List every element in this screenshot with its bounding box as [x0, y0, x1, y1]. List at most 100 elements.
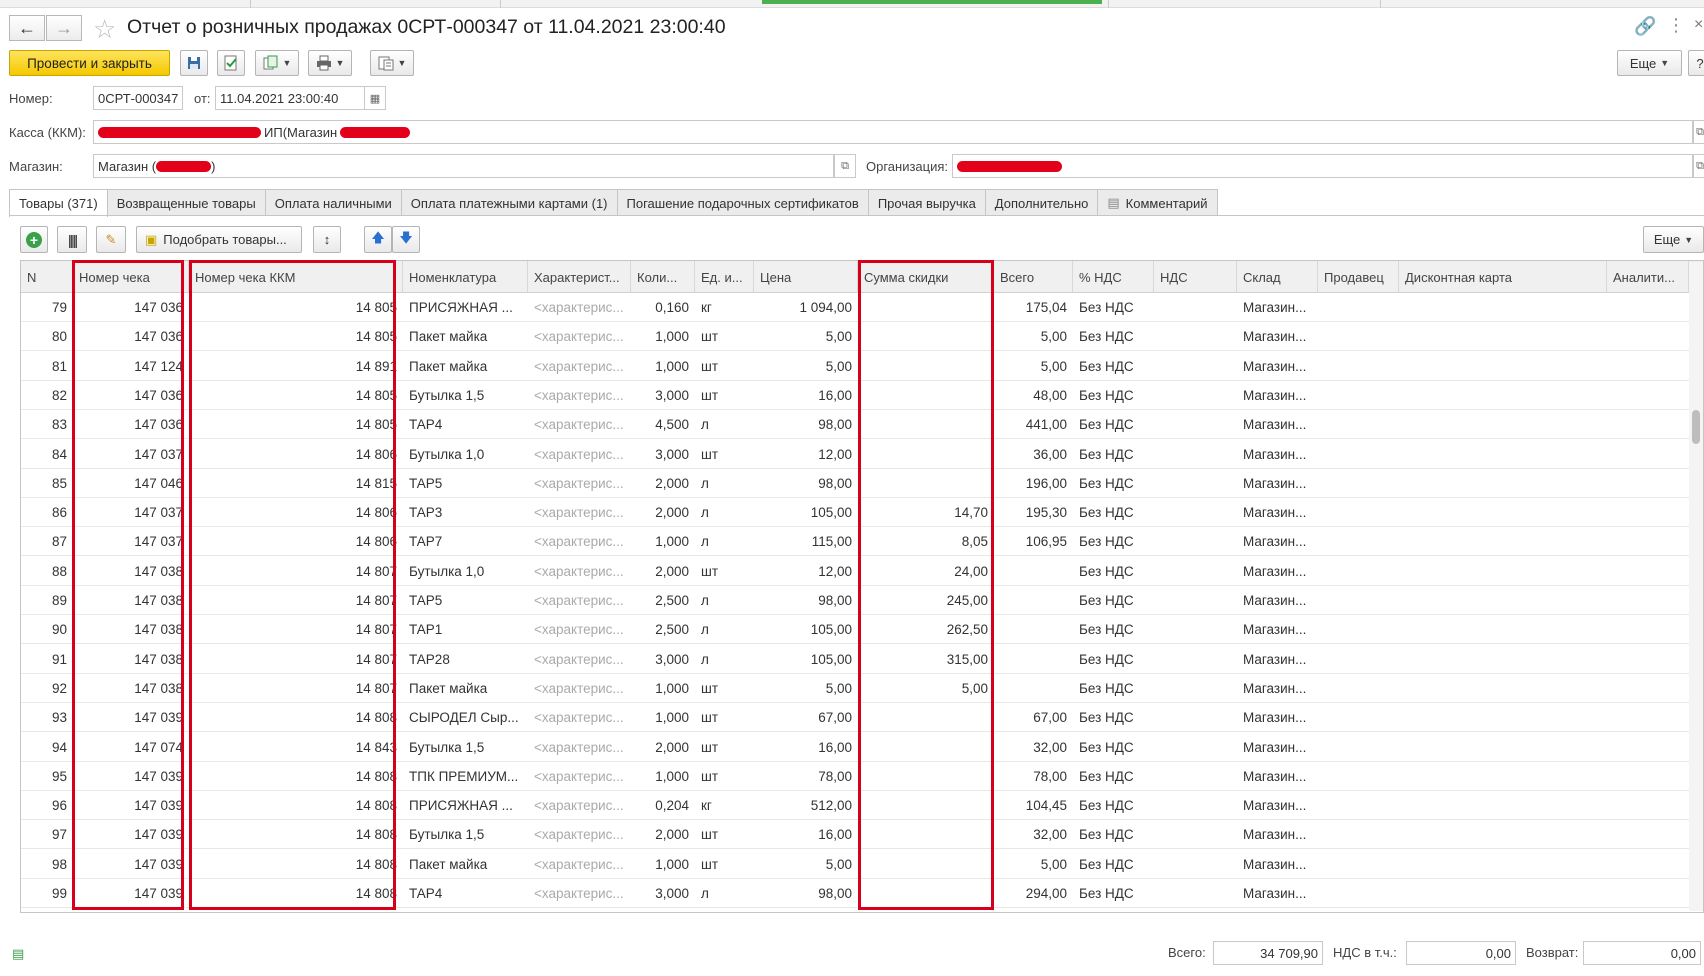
post-and-close-button[interactable]: Провести и закрыть — [9, 50, 170, 76]
col-warehouse-cell: Магазин... — [1243, 417, 1307, 433]
col-quantity-cell: 1,000 — [655, 680, 689, 696]
tab-gift-certificates[interactable]: Погашение подарочных сертификатов — [616, 189, 869, 216]
col-warehouse-cell: Магазин... — [1243, 768, 1307, 784]
col-vat-header[interactable]: НДС — [1154, 261, 1237, 293]
col-price-cell: 5,00 — [825, 680, 852, 696]
col-unit-cell: л — [701, 886, 709, 901]
table-scrollbar-thumb[interactable] — [1692, 410, 1700, 444]
close-icon[interactable]: × — [1694, 16, 1703, 34]
more-vertical-icon[interactable]: ⋮ — [1667, 15, 1685, 36]
tab-returned-goods[interactable]: Возвращенные товары — [106, 189, 266, 216]
col-quantity-cell: 3,000 — [655, 886, 689, 901]
col-characteristic-header[interactable]: Характерист... — [528, 261, 631, 293]
col-quantity-cell: 4,500 — [655, 417, 689, 433]
table-more-label: Еще — [1653, 232, 1681, 247]
col-quantity-cell: 1,000 — [655, 856, 689, 872]
col-total-cell: 294,00 — [1025, 886, 1067, 901]
col-price-cell: 105,00 — [810, 622, 852, 638]
kassa-open-button[interactable]: ⧉ — [1693, 120, 1704, 144]
col-total-header[interactable]: Всего — [994, 261, 1073, 293]
back-button[interactable]: ← — [9, 15, 45, 41]
col-n-cell: 84 — [51, 446, 67, 462]
forward-button[interactable]: → — [46, 15, 82, 41]
post-button[interactable] — [217, 50, 245, 76]
return-field: 0,00 — [1583, 941, 1701, 965]
col-nomenclature-cell: Бутылка 1,0 — [409, 563, 485, 579]
col-n-cell: 79 — [51, 300, 67, 315]
col-quantity-header[interactable]: Коли... — [631, 261, 695, 293]
col-n-cell: 81 — [51, 358, 67, 374]
shop-open-button[interactable]: ⧉ — [834, 154, 856, 178]
number-field[interactable]: 0СРТ-000347 — [93, 86, 183, 110]
table-scrollbar[interactable] — [1689, 262, 1703, 911]
print-button[interactable]: ▼ — [308, 50, 352, 76]
kassa-label: Касса (ККМ): — [9, 125, 86, 140]
col-characteristic-cell: <характерис... — [534, 886, 624, 901]
calendar-button[interactable]: ▦ — [364, 86, 386, 110]
col-warehouse-cell: Магазин... — [1243, 622, 1307, 638]
shop-label: Магазин: — [9, 159, 63, 174]
barcode-button[interactable]: ||||| — [57, 226, 87, 253]
tab-additional[interactable]: Дополнительно — [984, 189, 1099, 216]
col-vat-rate-header[interactable]: % НДС — [1073, 261, 1154, 293]
create-based-on-button[interactable]: ▼ — [255, 50, 299, 76]
tab-card-payment[interactable]: Оплата платежными картами (1) — [400, 189, 618, 216]
tab-goods[interactable]: Товары (371) — [9, 189, 108, 217]
col-n-header[interactable]: N — [21, 261, 73, 293]
col-price-cell: 98,00 — [818, 593, 852, 608]
more-button[interactable]: Еще ▼ — [1617, 50, 1682, 76]
col-vat-rate-cell: Без НДС — [1079, 886, 1134, 901]
col-nomenclature-cell: Пакет майка — [409, 329, 488, 345]
chevron-down-icon: ▼ — [1660, 58, 1670, 68]
reports-button[interactable]: ▼ — [370, 50, 414, 76]
table-more-button[interactable]: Еще ▼ — [1643, 226, 1704, 253]
pick-goods-button[interactable]: ▣ Подобрать товары... — [136, 226, 302, 253]
col-unit-cell: шт — [701, 710, 719, 726]
col-unit-cell: л — [701, 593, 709, 608]
col-warehouse-cell: Магазин... — [1243, 358, 1307, 374]
col-vat-rate-cell: Без НДС — [1079, 798, 1134, 814]
tab-comment[interactable]: ▤ Комментарий — [1097, 189, 1218, 216]
history-icon[interactable]: ▤ — [12, 946, 24, 962]
col-price-header[interactable]: Цена — [754, 261, 858, 293]
tab-other-revenue[interactable]: Прочая выручка — [867, 189, 986, 216]
col-vat-rate-cell: Без НДС — [1079, 329, 1134, 345]
save-button[interactable] — [180, 50, 208, 76]
col-nomenclature-cell: ТАР4 — [409, 886, 443, 901]
col-unit-cell: л — [701, 622, 709, 638]
col-discount-card-header[interactable]: Дисконтная карта — [1399, 261, 1607, 293]
col-warehouse-header[interactable]: Склад — [1237, 261, 1318, 293]
fit-columns-button[interactable]: ↕ — [313, 226, 341, 253]
col-total-cell: 5,00 — [1040, 329, 1067, 345]
organization-open-button[interactable]: ⧉ — [1693, 154, 1704, 178]
tab-cash-payment[interactable]: Оплата наличными — [264, 189, 402, 216]
date-field[interactable]: 11.04.2021 23:00:40 — [215, 86, 365, 110]
col-nomenclature-header[interactable]: Номенклатура — [403, 261, 528, 293]
col-unit-cell: шт — [701, 856, 719, 872]
total-label: Всего: — [1168, 945, 1206, 960]
col-characteristic-cell: <характерис... — [534, 710, 624, 726]
favorite-star-icon[interactable]: ☆ — [93, 14, 116, 45]
col-characteristic-cell: <характерис... — [534, 768, 624, 784]
move-up-button[interactable]: 🡅 — [364, 226, 392, 253]
col-unit-header[interactable]: Ед. и... — [695, 261, 754, 293]
col-vat-rate-cell: Без НДС — [1079, 387, 1134, 403]
comment-icon: ▤ — [1107, 195, 1120, 210]
organization-field[interactable] — [952, 154, 1693, 178]
kassa-field[interactable]: ИП(Магазин — [93, 120, 1693, 144]
col-nomenclature-cell: ТАР5 — [409, 475, 443, 491]
col-nomenclature-cell: ТАР4 — [409, 417, 443, 433]
col-price-cell: 98,00 — [818, 886, 852, 901]
col-total-cell: 5,00 — [1040, 358, 1067, 374]
col-seller-header[interactable]: Продавец — [1318, 261, 1399, 293]
edit-button[interactable]: ✎ — [96, 226, 126, 253]
col-total-cell — [994, 586, 1073, 615]
help-button[interactable]: ? — [1688, 50, 1704, 76]
add-row-button[interactable]: + — [20, 226, 48, 253]
move-down-button[interactable]: 🡇 — [392, 226, 420, 253]
col-vat-rate-cell: Без НДС — [1079, 593, 1134, 608]
col-unit-cell: шт — [701, 387, 719, 403]
col-analytics-header[interactable]: Аналити... — [1607, 261, 1689, 293]
shop-field[interactable]: Магазин ( ) — [93, 154, 834, 178]
link-icon[interactable]: 🔗 — [1634, 16, 1656, 37]
